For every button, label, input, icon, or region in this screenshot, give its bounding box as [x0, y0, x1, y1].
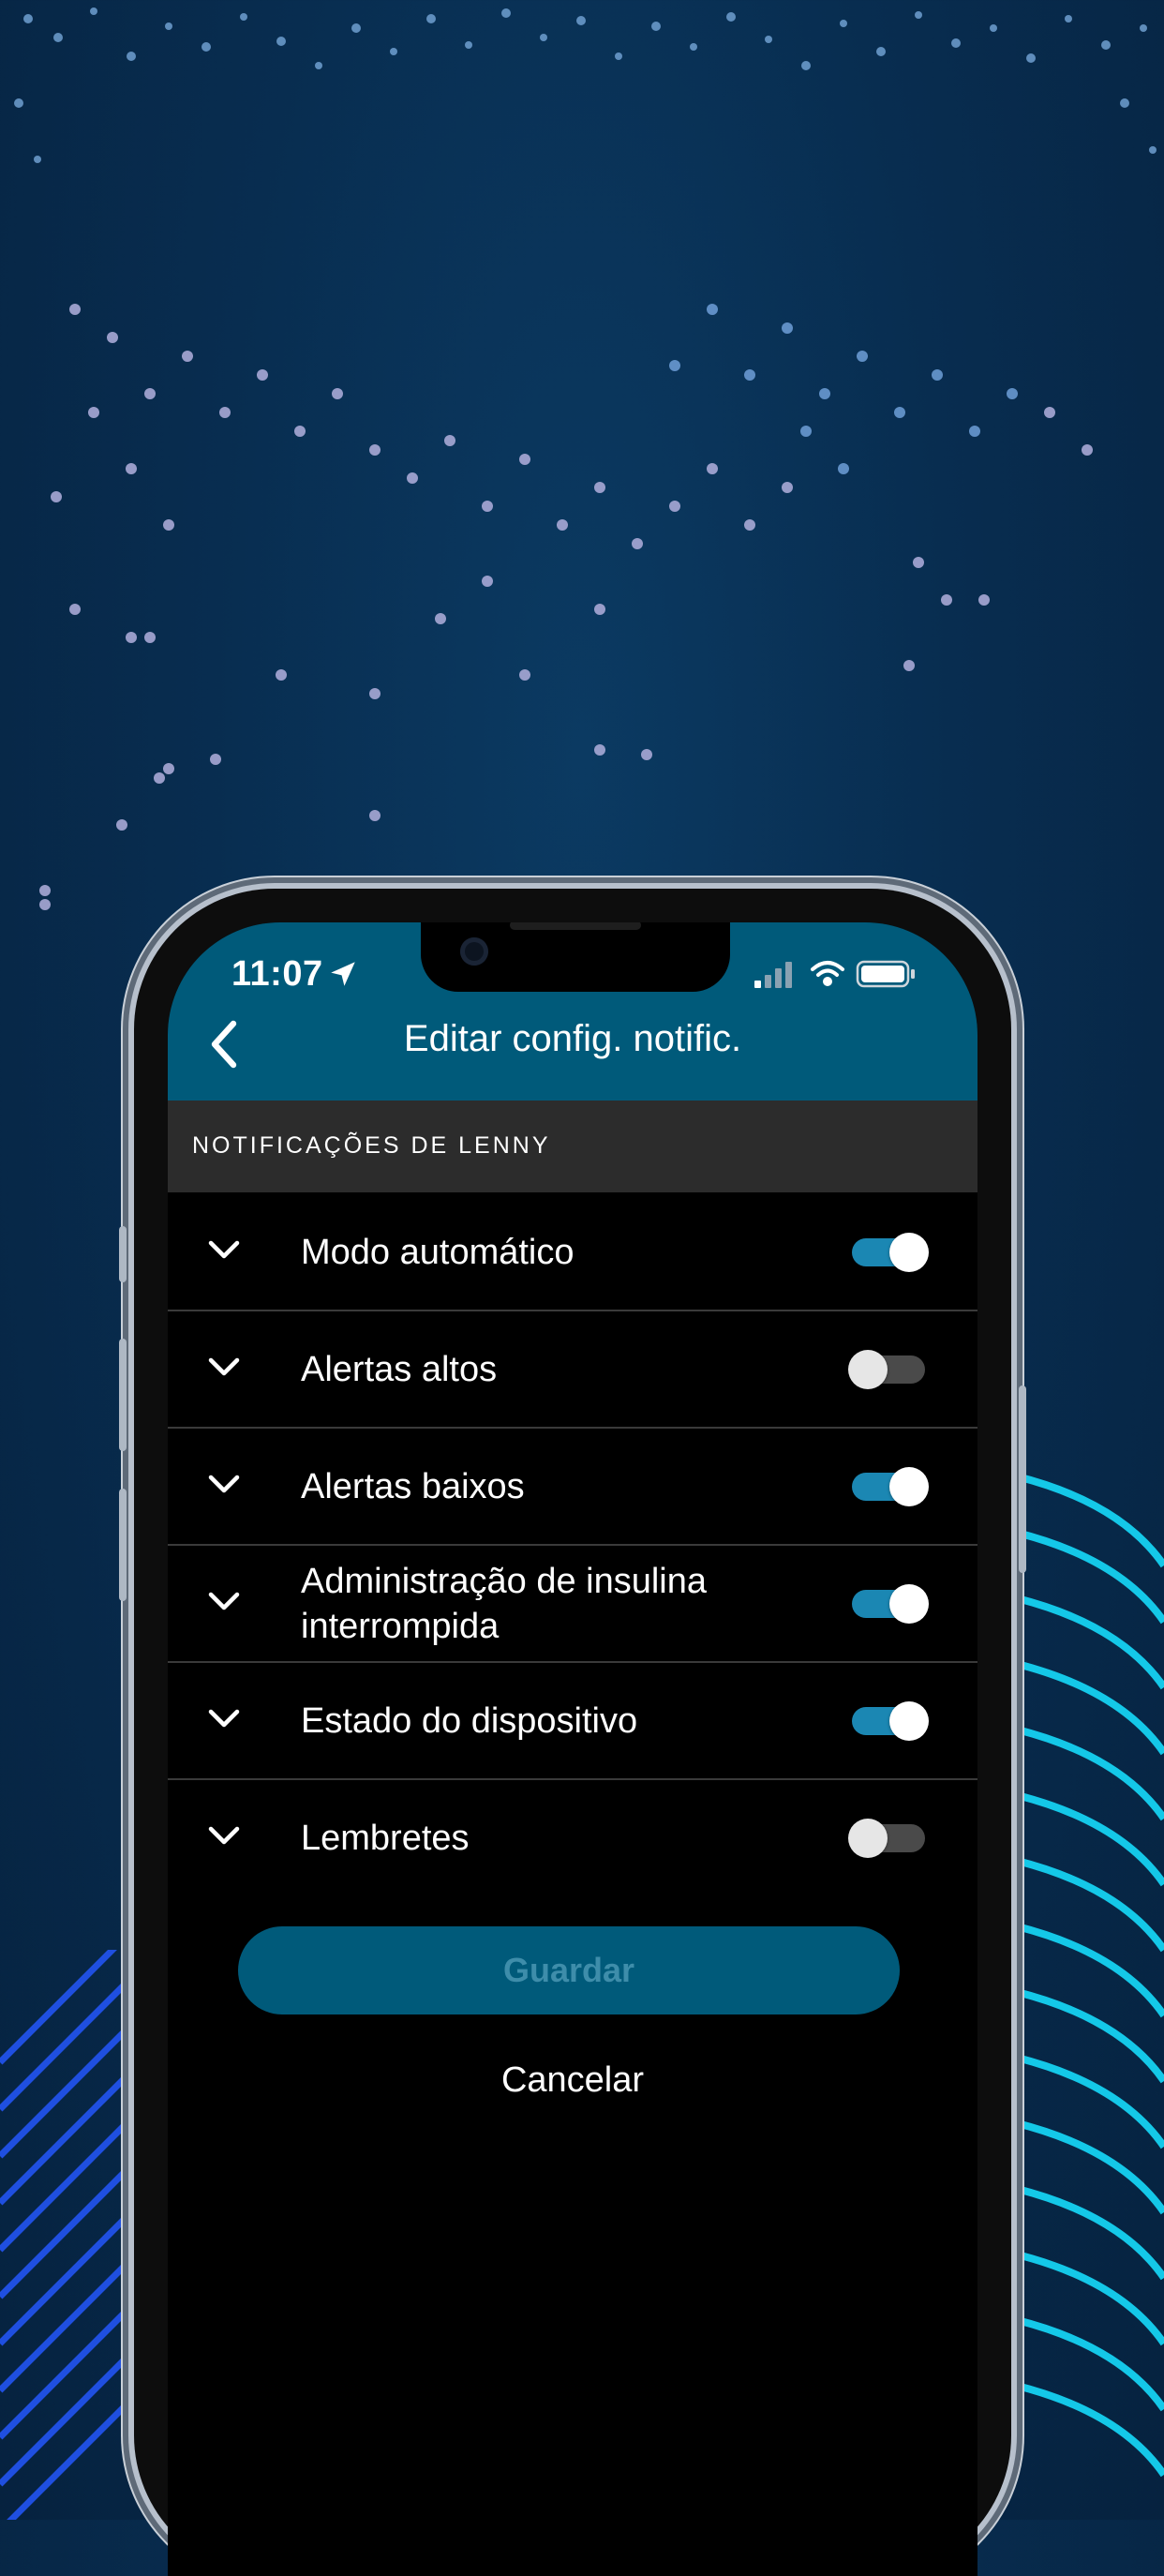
list-item: Administração de insulina interrompida	[168, 1546, 977, 1663]
list-item: Alertas altos	[168, 1311, 977, 1429]
toggle-lembretes[interactable]	[848, 1819, 925, 1858]
notification-list: Modo automático Alertas altos Alertas ba…	[168, 1194, 977, 1895]
toggle-alertas-altos[interactable]	[848, 1350, 925, 1389]
wifi-icon	[811, 961, 844, 986]
row-label: Administração de insulina interrompida	[301, 1561, 708, 1646]
section-header: NOTIFICAÇÕES DE LENNY	[168, 1101, 977, 1192]
save-button[interactable]: Guardar	[238, 1926, 900, 2014]
row-label: Estado do dispositivo	[301, 1700, 638, 1741]
row-label: Alertas altos	[301, 1349, 498, 1389]
toggle-modo-automatico[interactable]	[852, 1233, 929, 1272]
row-label: Lembretes	[301, 1818, 470, 1858]
chevron-down-icon[interactable]	[203, 1351, 245, 1385]
background-dots	[14, 7, 1157, 910]
side-button-volume-up	[119, 1339, 127, 1451]
status-time: 11:07	[231, 954, 323, 994]
battery-icon	[856, 960, 915, 988]
side-button-volume-down	[119, 1489, 127, 1601]
list-item: Alertas baixos	[168, 1429, 977, 1546]
list-item: Estado do dispositivo	[168, 1663, 977, 1780]
toggle-estado-dispositivo[interactable]	[852, 1701, 929, 1741]
phone-frame: 11:07 Editar config. notific. NOTIFICAÇÕ…	[119, 889, 1026, 2576]
side-button-mute	[119, 1226, 127, 1282]
toggle-alertas-baixos[interactable]	[852, 1467, 929, 1506]
chevron-down-icon[interactable]	[203, 1234, 245, 1267]
location-arrow-icon	[331, 962, 355, 986]
list-item: Lembretes	[168, 1780, 977, 1895]
side-button-power	[1019, 1385, 1026, 1573]
top-bar: 11:07 Editar config. notific.	[168, 922, 977, 1101]
notch-speaker	[510, 922, 641, 930]
cellular-signal-icon	[754, 962, 792, 988]
chevron-down-icon[interactable]	[203, 1468, 245, 1502]
front-camera	[460, 937, 488, 966]
app-screen: 11:07 Editar config. notific. NOTIFICAÇÕ…	[168, 922, 977, 2576]
toggle-administracao-insulina[interactable]	[852, 1584, 929, 1624]
status-indicators-icon	[754, 960, 915, 988]
row-label: Modo automático	[301, 1232, 575, 1272]
notch	[421, 922, 730, 992]
status-icons	[754, 956, 923, 994]
section-header-label: NOTIFICAÇÕES DE LENNY	[192, 1132, 551, 1159]
list-item: Modo automático	[168, 1194, 977, 1311]
row-label: Alertas baixos	[301, 1466, 525, 1506]
chevron-down-icon[interactable]	[203, 1820, 245, 1853]
chevron-down-icon[interactable]	[203, 1702, 245, 1736]
chevron-down-icon[interactable]	[203, 1585, 245, 1619]
page-title: Editar config. notific.	[403, 1018, 742, 1059]
cancel-button[interactable]: Cancelar	[168, 2047, 977, 2113]
